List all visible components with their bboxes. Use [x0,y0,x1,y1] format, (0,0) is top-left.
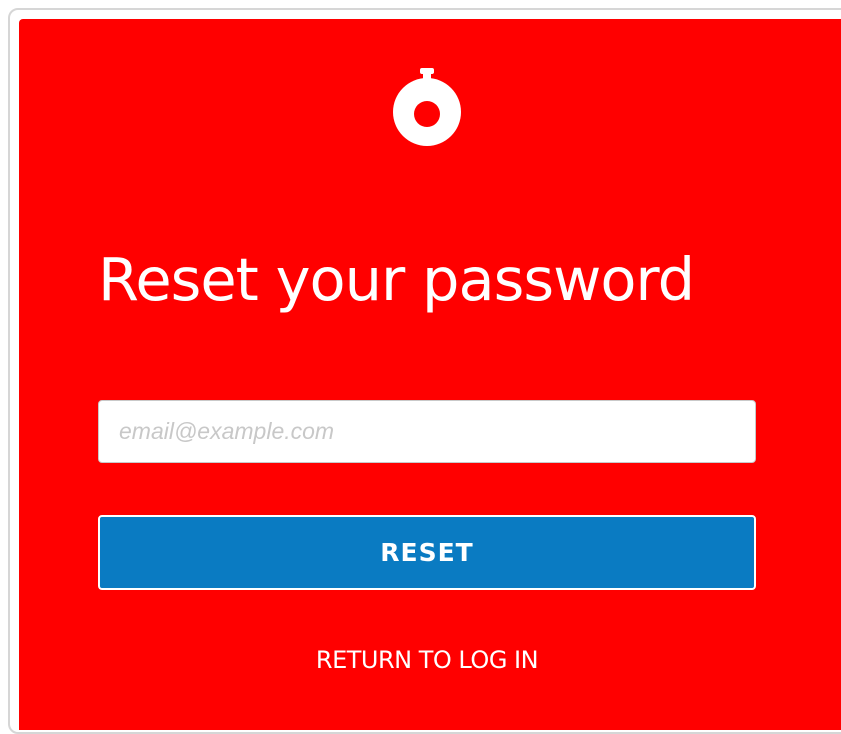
stopwatch-icon [393,68,461,146]
reset-button[interactable]: RESET [98,515,756,590]
return-to-login-link[interactable]: RETURN TO LOG IN [98,640,756,680]
email-field[interactable] [98,400,756,463]
page-title: Reset your password [98,245,695,314]
